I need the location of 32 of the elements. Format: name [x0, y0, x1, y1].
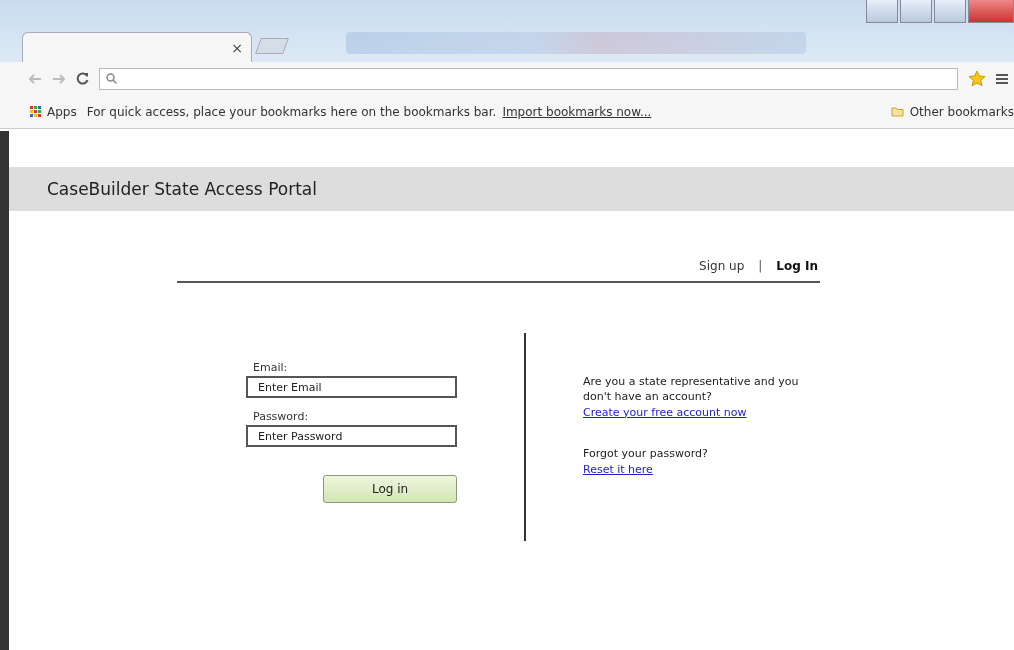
- input-field[interactable]: Enter Password: [246, 425, 457, 447]
- import-bookmarks-link[interactable]: Import bookmarks now...: [502, 104, 652, 119]
- portal-title: CaseBuilder State Access Portal: [47, 179, 317, 199]
- back-icon[interactable]: [28, 72, 42, 85]
- login-button[interactable]: Log in: [323, 475, 457, 503]
- search-icon: [106, 73, 117, 84]
- close-button[interactable]: [968, 0, 1014, 23]
- info-text: Are you a state representative and you don't have an account?: [583, 375, 800, 405]
- nav-link[interactable]: Log In: [776, 259, 818, 273]
- browser-tab[interactable]: ×: [22, 32, 252, 62]
- new-tab-button[interactable]: [255, 38, 289, 54]
- minimize-button[interactable]: [900, 0, 932, 23]
- text-link[interactable]: Create your free account now: [583, 405, 747, 419]
- info-text: Forgot your password?: [583, 446, 709, 462]
- apps-grid-icon: [30, 106, 41, 117]
- maximize-button[interactable]: [934, 0, 966, 23]
- bookmarks-hint: For quick access, place your bookmarks here on the bookmarks bar.: [86, 104, 497, 119]
- restore-button[interactable]: [866, 0, 898, 23]
- field-label: Password:: [252, 410, 310, 423]
- forward-icon[interactable]: [52, 72, 66, 85]
- nav-link[interactable]: Sign up: [699, 259, 745, 273]
- input-field[interactable]: Enter Email: [246, 376, 457, 398]
- nav-separator: |: [758, 259, 763, 273]
- text-link[interactable]: Reset it here: [583, 462, 653, 476]
- menu-icon[interactable]: [996, 72, 1008, 85]
- star-icon[interactable]: [968, 70, 986, 87]
- folder-icon: [890, 106, 904, 117]
- field-label: Email:: [252, 361, 289, 374]
- reload-icon[interactable]: [76, 72, 89, 85]
- apps-link[interactable]: Apps: [47, 104, 77, 119]
- close-icon[interactable]: ×: [231, 39, 243, 56]
- other-bookmarks-link[interactable]: Other bookmarks: [909, 104, 1014, 119]
